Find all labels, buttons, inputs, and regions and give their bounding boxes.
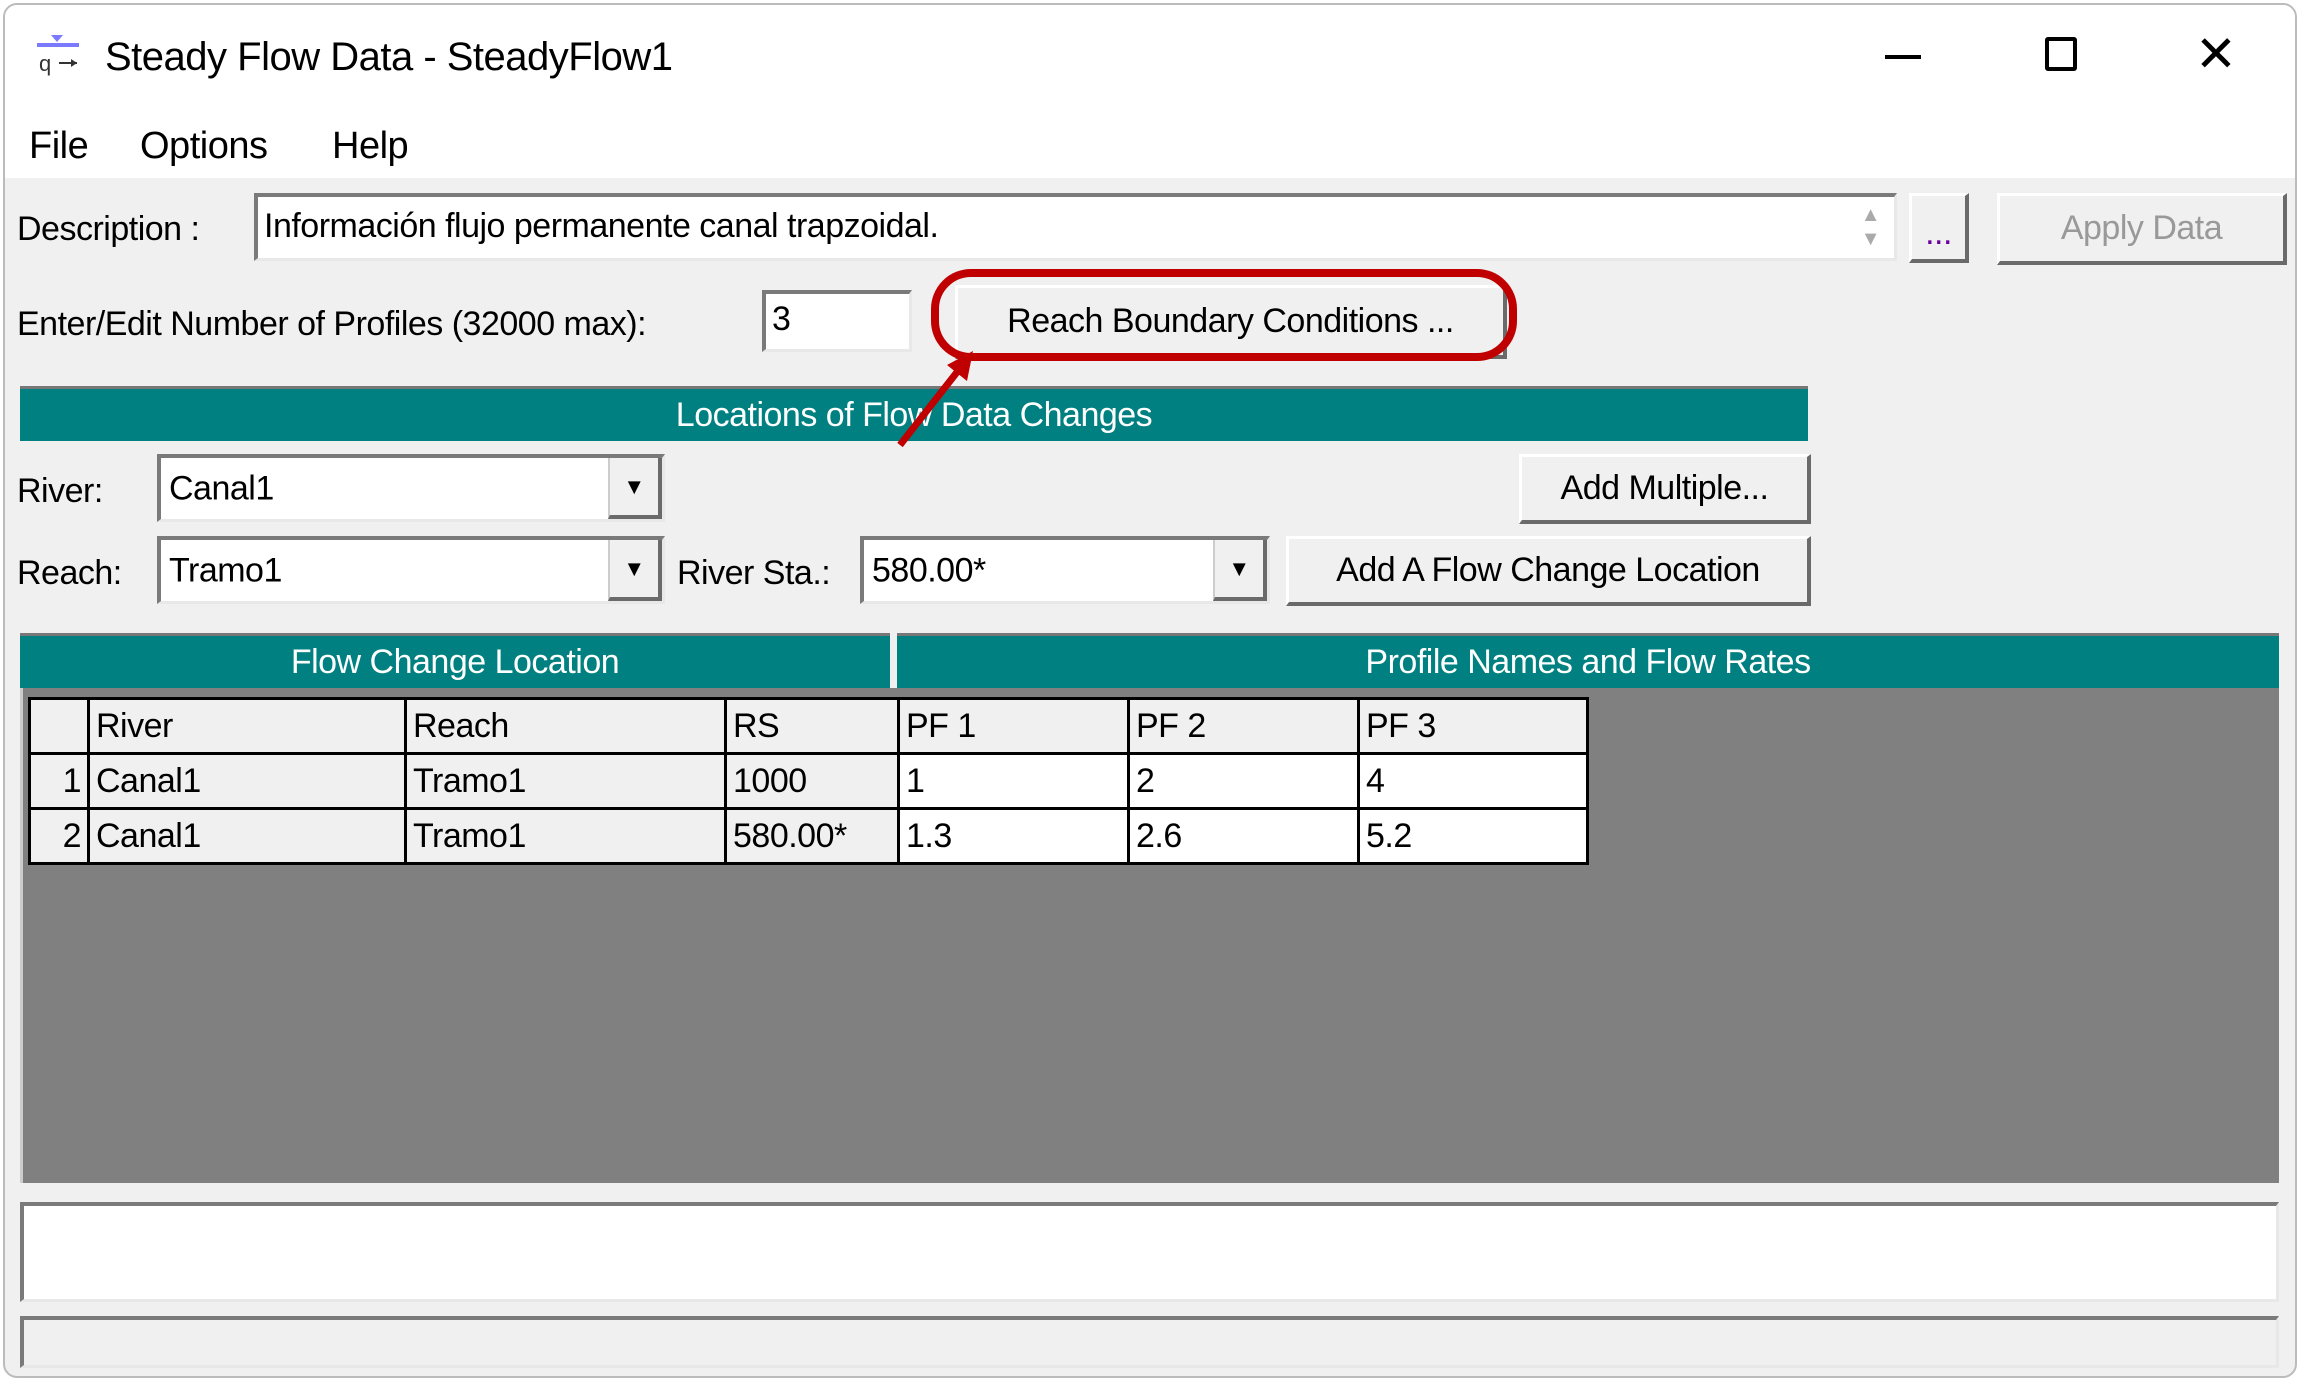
reach-select[interactable]: Tramo1 ▼ bbox=[157, 536, 665, 604]
cell-pf2[interactable]: 2 bbox=[1127, 752, 1360, 810]
cell-pf3[interactable]: 5.2 bbox=[1357, 807, 1589, 865]
column-header-rs[interactable]: RS bbox=[724, 697, 900, 755]
flow-change-location-header: Flow Change Location bbox=[20, 633, 890, 688]
profiles-label: Enter/Edit Number of Profiles (32000 max… bbox=[17, 305, 647, 343]
cell-river[interactable]: Canal1 bbox=[87, 752, 407, 810]
column-header-river[interactable]: River bbox=[87, 697, 407, 755]
menu-bar: File Options Help bbox=[5, 123, 2295, 178]
steady-flow-window: q Steady Flow Data - SteadyFlow1 ✕ File … bbox=[3, 3, 2297, 1378]
add-flow-change-location-button[interactable]: Add A Flow Change Location bbox=[1286, 536, 1811, 606]
chevron-down-icon[interactable]: ▼ bbox=[1213, 540, 1267, 601]
profile-names-header-text: Profile Names and Flow Rates bbox=[1365, 642, 1811, 681]
river-station-value: 580.00* bbox=[872, 551, 986, 589]
table-row: 2 Canal1 Tramo1 580.00* 1.3 2.6 5.2 bbox=[28, 807, 1589, 865]
annotation-highlight bbox=[931, 269, 1517, 361]
flow-change-location-header-text: Flow Change Location bbox=[290, 642, 620, 681]
description-label: Description : bbox=[17, 210, 200, 248]
corner-cell bbox=[28, 697, 90, 755]
message-box[interactable] bbox=[20, 1202, 2279, 1302]
window-title: Steady Flow Data - SteadyFlow1 bbox=[105, 35, 673, 79]
table-header-row: River Reach RS PF 1 PF 2 PF 3 bbox=[28, 697, 1589, 755]
profiles-count-input[interactable]: 3 bbox=[762, 290, 912, 352]
description-input[interactable]: Información flujo permanente canal trapz… bbox=[254, 193, 1897, 261]
description-ellipsis-button[interactable]: ... bbox=[1909, 193, 1969, 263]
row-number[interactable]: 1 bbox=[28, 752, 90, 810]
description-value: Información flujo permanente canal trapz… bbox=[264, 207, 939, 245]
steady-flow-icon: q bbox=[37, 35, 79, 76]
flow-table: River Reach RS PF 1 PF 2 PF 3 1 Canal1 T… bbox=[28, 697, 1589, 865]
column-header-reach[interactable]: Reach bbox=[404, 697, 727, 755]
cell-pf1[interactable]: 1.3 bbox=[897, 807, 1130, 865]
status-bar bbox=[20, 1316, 2279, 1368]
river-station-select[interactable]: 580.00* ▼ bbox=[860, 536, 1270, 604]
river-select[interactable]: Canal1 ▼ bbox=[157, 454, 665, 522]
menu-options[interactable]: Options bbox=[140, 125, 268, 168]
column-header-pf1[interactable]: PF 1 bbox=[897, 697, 1130, 755]
maximize-button[interactable] bbox=[2045, 37, 2077, 71]
cell-reach[interactable]: Tramo1 bbox=[404, 807, 727, 865]
add-multiple-button[interactable]: Add Multiple... bbox=[1519, 454, 1811, 524]
cell-pf1[interactable]: 1 bbox=[897, 752, 1130, 810]
profile-names-header: Profile Names and Flow Rates bbox=[897, 633, 2279, 688]
chevron-down-icon[interactable]: ▼ bbox=[608, 540, 662, 601]
minimize-button[interactable] bbox=[1885, 55, 1921, 59]
table-row: 1 Canal1 Tramo1 1000 1 2 4 bbox=[28, 752, 1589, 810]
cell-rs[interactable]: 1000 bbox=[724, 752, 900, 810]
cell-rs[interactable]: 580.00* bbox=[724, 807, 900, 865]
column-header-pf3[interactable]: PF 3 bbox=[1357, 697, 1589, 755]
title-bar: q Steady Flow Data - SteadyFlow1 ✕ bbox=[5, 5, 2295, 123]
cell-pf2[interactable]: 2.6 bbox=[1127, 807, 1360, 865]
svg-text:q: q bbox=[39, 51, 51, 76]
cell-reach[interactable]: Tramo1 bbox=[404, 752, 727, 810]
river-label: River: bbox=[17, 472, 103, 510]
river-station-label: River Sta.: bbox=[677, 554, 831, 592]
menu-file[interactable]: File bbox=[29, 125, 89, 168]
cell-river[interactable]: Canal1 bbox=[87, 807, 407, 865]
reach-value: Tramo1 bbox=[169, 551, 282, 589]
column-header-pf2[interactable]: PF 2 bbox=[1127, 697, 1360, 755]
scroll-arrows-icon[interactable]: ▲ ▼ bbox=[1861, 203, 1881, 251]
reach-label: Reach: bbox=[17, 554, 122, 592]
menu-help[interactable]: Help bbox=[332, 125, 409, 168]
apply-data-button[interactable]: Apply Data bbox=[1997, 193, 2287, 265]
cell-pf3[interactable]: 4 bbox=[1357, 752, 1589, 810]
annotation-arrow-icon bbox=[897, 351, 973, 448]
close-button[interactable]: ✕ bbox=[2195, 25, 2237, 83]
chevron-down-icon[interactable]: ▼ bbox=[608, 458, 662, 519]
row-number[interactable]: 2 bbox=[28, 807, 90, 865]
river-value: Canal1 bbox=[169, 469, 274, 507]
